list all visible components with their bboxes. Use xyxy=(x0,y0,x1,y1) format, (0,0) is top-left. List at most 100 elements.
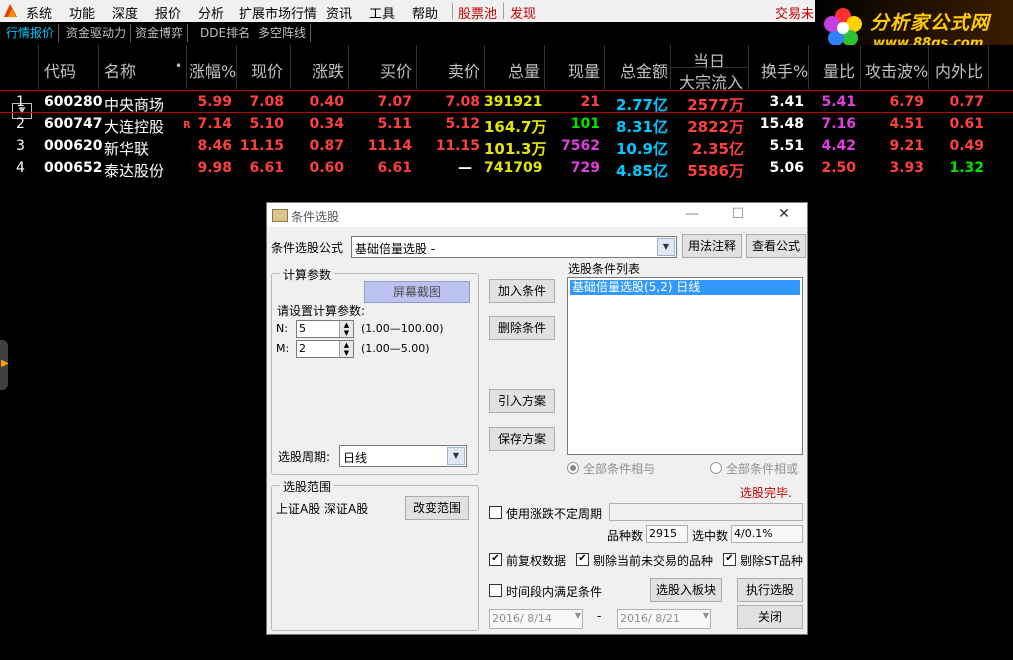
m-range: (1.00—5.00) xyxy=(361,342,430,355)
side-panel-toggle[interactable]: ▶ xyxy=(0,340,9,390)
condition-list[interactable]: 基础倍量选股(5,2) 日线 xyxy=(567,277,803,455)
menu-tools[interactable]: 工具 xyxy=(369,3,395,22)
radio-or[interactable] xyxy=(710,462,722,474)
time-condition-checkbox[interactable] xyxy=(489,584,502,597)
scope-group-title: 选股范围 xyxy=(280,478,335,495)
chevron-down-icon[interactable]: ▼ xyxy=(657,238,675,256)
row-index: 2 xyxy=(16,116,25,132)
header-volume[interactable]: 总量 xyxy=(508,58,540,82)
tab-dde-rank[interactable]: DDE排名 xyxy=(196,24,256,42)
exclude-untraded-label[interactable]: 剔除当前未交易的品种 xyxy=(593,552,713,569)
radio-or-label[interactable]: 全部条件相或 xyxy=(726,460,798,477)
date-to-picker[interactable]: 2016/ 8/21 ▼ xyxy=(617,609,711,629)
params-prompt: 请设置计算参数: xyxy=(277,304,366,318)
header-price[interactable]: 现价 xyxy=(251,58,283,82)
menu-discover[interactable]: 发现 xyxy=(510,3,536,22)
minimize-icon[interactable]: — xyxy=(679,206,705,224)
header-code[interactable]: 代码 xyxy=(44,58,76,82)
condition-list-item[interactable]: 基础倍量选股(5,2) 日线 xyxy=(570,280,800,295)
delete-condition-button[interactable]: 删除条件 xyxy=(489,316,555,340)
m-spinner[interactable]: 2 ▲ ▼ xyxy=(296,340,354,358)
header-attack-wave[interactable]: 攻击波% xyxy=(865,58,928,82)
date-from-picker[interactable]: 2016/ 8/14 ▼ xyxy=(489,609,583,629)
import-plan-button[interactable]: 引入方案 xyxy=(489,389,555,413)
chevron-down-icon[interactable]: ▼ xyxy=(575,611,581,620)
close-icon[interactable]: ✕ xyxy=(771,206,797,224)
maximize-icon[interactable]: ☐ xyxy=(725,206,751,224)
period-select[interactable]: 日线 ▼ xyxy=(339,445,467,467)
ask: 7.08 xyxy=(445,94,480,110)
tab-fund-drive[interactable]: 资金驱动力 xyxy=(62,24,132,42)
header-ask[interactable]: 卖价 xyxy=(448,58,480,82)
menu-extended-market[interactable]: 扩展市场行情 xyxy=(239,3,317,22)
tab-bar: 行情报价 资金驱动力 资金博弈 DDE排名 多空阵线 xyxy=(0,22,815,44)
pre-adjust-checkbox[interactable]: ✔ xyxy=(489,553,502,566)
formula-select[interactable]: 基础倍量选股 - ▼ xyxy=(351,236,677,258)
change-scope-button[interactable]: 改变范围 xyxy=(405,496,469,520)
table-row[interactable]: 3 000620 新华联 8.46 11.15 0.87 11.14 11.15… xyxy=(0,136,1013,158)
save-plan-button[interactable]: 保存方案 xyxy=(489,427,555,451)
uncertain-period-label[interactable]: 使用涨跌不定周期 xyxy=(506,505,602,522)
turnover: 15.48 xyxy=(759,116,804,132)
pre-adjust-label[interactable]: 前复权数据 xyxy=(506,552,566,569)
tab-fund-game[interactable]: 资金博弈 xyxy=(131,24,189,42)
uncertain-period-checkbox[interactable] xyxy=(489,506,502,519)
selected-value: 4/0.1% xyxy=(734,527,773,540)
scope-group: 选股范围 上证A股 深证A股 改变范围 xyxy=(271,478,479,631)
change: 0.60 xyxy=(309,160,344,176)
current-volume: 21 xyxy=(580,94,600,110)
view-formula-button[interactable]: 查看公式 xyxy=(746,234,806,258)
spinner-arrows-icon[interactable]: ▲ ▼ xyxy=(339,321,353,337)
header-bottom-line xyxy=(0,90,1013,91)
usage-notes-button[interactable]: 用法注释 xyxy=(682,234,742,258)
spinner-arrows-icon[interactable]: ▲ ▼ xyxy=(339,341,353,357)
menu-stock-pool[interactable]: 股票池 xyxy=(458,3,497,22)
table-row[interactable]: 4 000652 泰达股份 9.98 6.61 0.60 6.61 — 7417… xyxy=(0,158,1013,180)
chevron-down-icon[interactable]: ▼ xyxy=(447,447,465,465)
add-to-block-button[interactable]: 选股入板块 xyxy=(650,578,722,602)
header-divider xyxy=(670,67,748,68)
header-amount[interactable]: 总金额 xyxy=(620,58,668,82)
volume-ratio: 7.16 xyxy=(821,116,856,132)
volume-ratio: 4.42 xyxy=(821,138,856,154)
header-in-out-ratio[interactable]: 内外比 xyxy=(935,58,983,82)
stock-name: 新华联 xyxy=(104,140,150,158)
exclude-st-label[interactable]: 剔除ST品种 xyxy=(740,552,803,569)
tab-long-short[interactable]: 多空阵线 xyxy=(254,24,312,42)
tab-quotes[interactable]: 行情报价 xyxy=(2,24,60,42)
amount: 8.31亿 xyxy=(615,118,668,136)
menu-trade[interactable]: 交易未 xyxy=(775,3,814,22)
row-index: 3 xyxy=(16,138,25,154)
chevron-down-icon[interactable]: ▼ xyxy=(703,611,709,620)
expand-arrow-icon: ▶ xyxy=(1,358,9,369)
header-change[interactable]: 涨跌 xyxy=(312,58,344,82)
table-row[interactable]: 2 600747 大连控股 R 7.14 5.10 0.34 5.11 5.12… xyxy=(0,114,1013,136)
header-turnover[interactable]: 换手% xyxy=(761,58,808,82)
header-volume-ratio[interactable]: 量比 xyxy=(823,58,855,82)
menu-system[interactable]: 系统 xyxy=(26,3,52,22)
menu-news[interactable]: 资讯 xyxy=(326,3,352,22)
radio-and-label[interactable]: 全部条件相与 xyxy=(583,460,655,477)
menu-quote[interactable]: 报价 xyxy=(155,3,181,22)
time-condition-label[interactable]: 时间段内满足条件 xyxy=(506,583,602,600)
menu-help[interactable]: 帮助 xyxy=(412,3,438,22)
execute-selection-button[interactable]: 执行选股 xyxy=(737,578,803,602)
add-condition-button[interactable]: 加入条件 xyxy=(489,279,555,303)
close-button[interactable]: 关闭 xyxy=(737,605,803,629)
header-bid[interactable]: 买价 xyxy=(380,58,412,82)
table-row[interactable]: 1 600280 中央商场 5.99 7.08 0.40 7.07 7.08 3… xyxy=(0,92,1013,114)
price: 11.15 xyxy=(239,138,284,154)
menu-depth[interactable]: 深度 xyxy=(112,3,138,22)
exclude-st-checkbox[interactable]: ✔ xyxy=(723,553,736,566)
menu-function[interactable]: 功能 xyxy=(69,3,95,22)
radio-and[interactable] xyxy=(567,462,579,474)
header-change-pct[interactable]: 涨幅% xyxy=(189,58,236,82)
header-current-volume[interactable]: 现量 xyxy=(568,58,600,82)
exclude-untraded-checkbox[interactable]: ✔ xyxy=(576,553,589,566)
bid: 5.11 xyxy=(377,116,412,132)
menu-analysis[interactable]: 分析 xyxy=(198,3,224,22)
n-spinner[interactable]: 5 ▲ ▼ xyxy=(296,320,354,338)
attack-wave: 4.51 xyxy=(889,116,924,132)
header-name[interactable]: 名称 xyxy=(104,58,136,82)
dialog-titlebar[interactable]: 条件选股 — ☐ ✕ xyxy=(267,203,807,227)
